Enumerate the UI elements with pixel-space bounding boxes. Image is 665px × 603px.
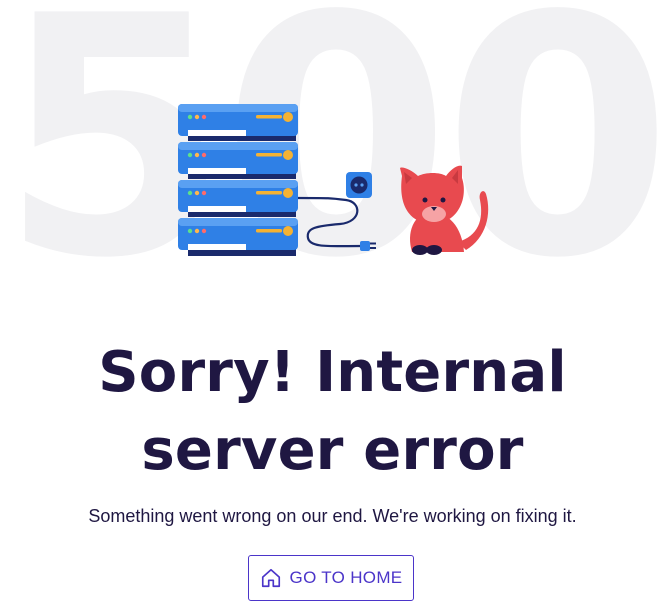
home-icon <box>260 567 282 589</box>
unplugged-cable-icon <box>297 196 376 251</box>
server-cat-art <box>178 104 489 256</box>
error-page: 500 Sorry! Internal server error Somethi… <box>0 0 665 603</box>
error-illustration: 500 <box>0 0 665 300</box>
server-rack-icon <box>178 104 298 256</box>
power-socket-icon <box>346 172 372 198</box>
go-to-home-button[interactable]: GO TO HOME <box>248 555 414 601</box>
error-message: Something went wrong on our end. We're w… <box>88 506 577 526</box>
page-title: Sorry! Internal server error <box>98 340 567 483</box>
cat-icon <box>400 165 489 255</box>
go-to-home-label: GO TO HOME <box>289 568 403 587</box>
